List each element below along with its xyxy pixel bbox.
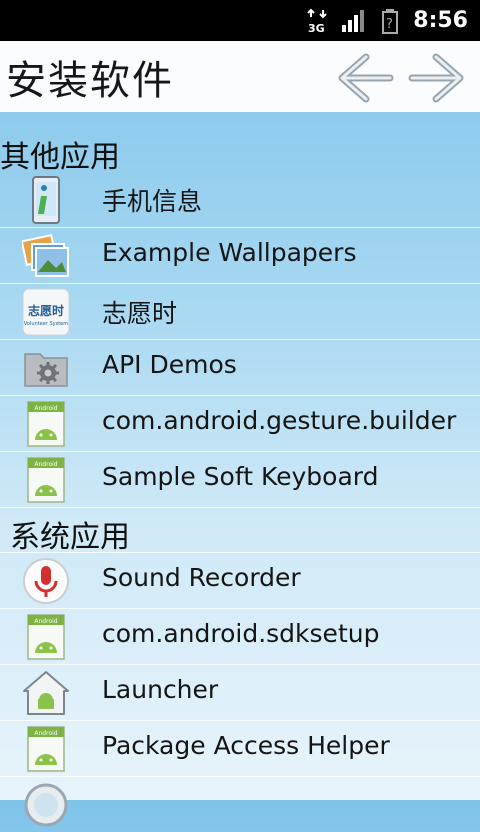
volunteer-icon-subtext: Volunteer System	[24, 321, 68, 327]
search-icon	[24, 783, 68, 827]
android-package-icon: Android	[27, 726, 65, 772]
app-label: com.android.sdksetup	[102, 619, 380, 648]
app-label: Launcher	[102, 675, 219, 704]
svg-text:Android: Android	[34, 618, 57, 625]
phone-info-icon	[32, 176, 60, 224]
status-time: 8:56	[413, 8, 468, 33]
app-label: com.android.gesture.builder	[102, 406, 457, 435]
status-icons: 3G ? 8:56	[307, 0, 468, 41]
app-label: 手机信息	[102, 187, 203, 216]
app-label: Package Access Helper	[102, 731, 390, 760]
section-header-system-apps: 系统应用	[10, 520, 130, 555]
page-title: 安装软件	[6, 58, 174, 104]
network-3g-icon: 3G	[307, 8, 327, 34]
home-android-icon	[23, 671, 69, 715]
forward-arrow-button[interactable]	[408, 53, 466, 103]
settings-folder-icon	[24, 353, 68, 387]
volunteer-icon: 志愿时 Volunteer System	[22, 288, 70, 336]
battery-icon: ?	[382, 8, 399, 34]
list-item[interactable]: Android Package Access Helper	[0, 721, 480, 777]
volunteer-icon-text: 志愿时	[28, 303, 64, 318]
svg-text:3G: 3G	[308, 22, 325, 34]
android-package-icon: Android	[27, 614, 65, 660]
list-item[interactable]: Launcher	[0, 665, 480, 721]
list-item[interactable]: Android Sample Soft Keyboard	[0, 452, 480, 508]
list-item[interactable]	[0, 777, 480, 832]
android-package-icon: Android	[27, 401, 65, 447]
signal-strength-icon	[342, 9, 365, 32]
android-package-icon: Android	[27, 457, 65, 503]
list-item[interactable]: Example Wallpapers	[0, 228, 480, 284]
back-arrow-button[interactable]	[336, 53, 394, 103]
wallpapers-icon	[22, 233, 69, 277]
list-item[interactable]: Sound Recorder	[0, 553, 480, 609]
app-label: API Demos	[102, 350, 237, 379]
svg-text:?: ?	[386, 17, 393, 32]
app-label: Example Wallpapers	[102, 238, 357, 267]
list-item[interactable]: 志愿时 Volunteer System 志愿时	[0, 284, 480, 340]
status-bar: 3G ? 8:56	[0, 0, 480, 41]
app-label: 志愿时	[102, 299, 178, 328]
section-header-other-apps: 其他应用	[0, 140, 120, 175]
app-label: Sound Recorder	[102, 563, 301, 592]
svg-text:Android: Android	[34, 730, 57, 737]
title-bar: 安装软件	[0, 41, 480, 112]
app-label: Sample Soft Keyboard	[102, 462, 379, 491]
list-item[interactable]: API Demos	[0, 340, 480, 396]
svg-text:Android: Android	[34, 405, 57, 412]
list-item[interactable]: Android com.android.sdksetup	[0, 609, 480, 665]
list-item[interactable]: Android com.android.gesture.builder	[0, 396, 480, 452]
svg-text:Android: Android	[34, 461, 57, 468]
list-item[interactable]: 手机信息	[0, 172, 480, 228]
microphone-icon	[23, 558, 69, 604]
